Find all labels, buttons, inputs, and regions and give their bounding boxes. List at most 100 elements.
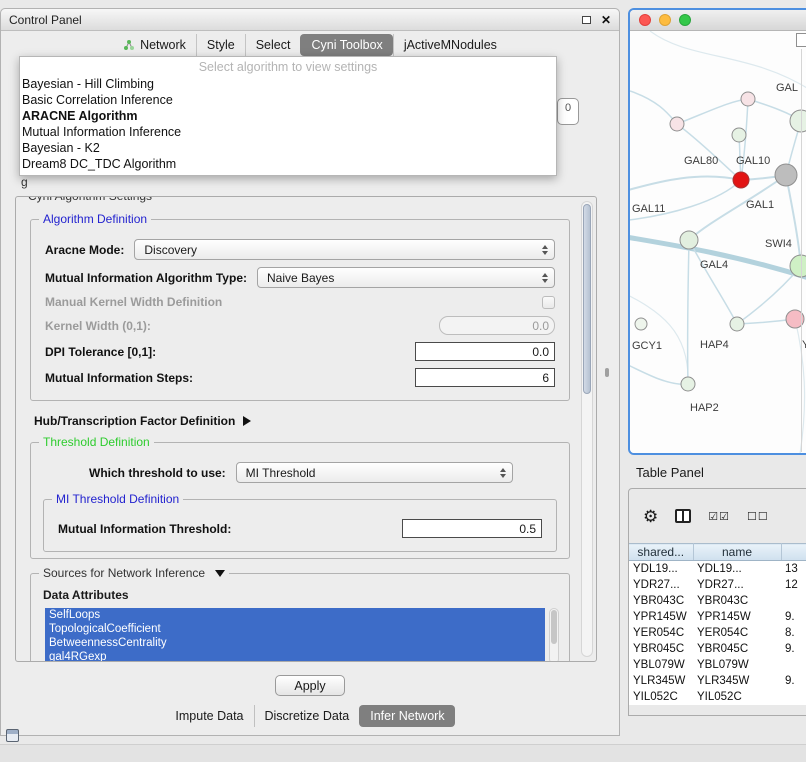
close-traffic-light-icon[interactable] [639, 14, 651, 26]
tab-network[interactable]: Network [113, 34, 196, 56]
dropdown-item[interactable]: Bayesian - Hill Climbing [20, 76, 556, 92]
tab-cyni-toolbox[interactable]: Cyni Toolbox [300, 34, 392, 56]
mi-threshold-label: Mutual Information Threshold: [58, 522, 231, 536]
partial-spinner-field[interactable]: 0 [557, 98, 579, 125]
dropdown-item[interactable]: Dream8 DC_TDC Algorithm [20, 156, 556, 172]
scrollbar-thumb[interactable] [583, 204, 591, 394]
tab-infer-network[interactable]: Infer Network [359, 705, 454, 727]
sources-legend[interactable]: Sources for Network Inference [39, 566, 229, 580]
deselect-all-checkboxes-icon[interactable]: ☐☐ [747, 510, 769, 523]
node-label: HAP2 [690, 402, 719, 414]
window-title: Control Panel [9, 13, 82, 27]
network-node[interactable] [681, 377, 695, 391]
minimize-traffic-light-icon[interactable] [659, 14, 671, 26]
table-row[interactable]: YBR045CYBR045C9. [629, 641, 806, 657]
manual-kernel-label: Manual Kernel Width Definition [45, 295, 222, 309]
network-canvas[interactable]: GAL GAL80 GAL10 GAL11 GAL1 SWI4 GAL4 GCY… [630, 31, 806, 454]
network-node[interactable] [730, 317, 744, 331]
network-node[interactable] [635, 318, 647, 330]
threshold-definition-legend: Threshold Definition [39, 435, 154, 449]
node-label: GAL80 [684, 155, 718, 167]
dropdown-item-selected[interactable]: ARACNE Algorithm [20, 108, 556, 124]
mi-threshold-legend: MI Threshold Definition [52, 492, 183, 506]
tab-select[interactable]: Select [245, 34, 301, 56]
mi-type-select[interactable]: Naive Bayes [257, 267, 555, 288]
settings-legend: Cyni Algorithm Settings [24, 196, 156, 203]
attribute-item-selected[interactable]: BetweennessCentrality [45, 636, 545, 650]
node-label: GCY1 [632, 340, 662, 352]
network-node[interactable] [741, 92, 755, 106]
attribute-item-selected[interactable]: SelfLoops [45, 608, 545, 622]
aracne-mode-select[interactable]: Discovery [134, 239, 555, 260]
node-label: GAL10 [736, 155, 770, 167]
table-row[interactable]: YDR27...YDR27...12 [629, 577, 806, 593]
close-icon[interactable]: ✕ [601, 14, 611, 26]
attribute-item-selected[interactable]: gal4RGexp [45, 650, 545, 662]
table-row[interactable]: YDL19...YDL19...13 [629, 561, 806, 577]
zoom-traffic-light-icon[interactable] [679, 14, 691, 26]
attribute-item-selected[interactable]: TopologicalCoefficient [45, 622, 545, 636]
network-node[interactable] [790, 110, 806, 132]
dropdown-placeholder: Select algorithm to view settings [20, 59, 556, 76]
node-label: HAP4 [700, 339, 729, 351]
network-node-red[interactable] [733, 172, 749, 188]
table-row[interactable]: YLR345WYLR345W9. [629, 673, 806, 689]
dpi-tolerance-label: DPI Tolerance [0,1]: [45, 345, 156, 359]
mi-threshold-field[interactable]: 0.5 [402, 519, 542, 538]
node-label: GAL11 [632, 203, 665, 215]
attribute-list: SelfLoops TopologicalCoefficient Between… [45, 608, 559, 662]
node-label: GAL1 [746, 199, 774, 211]
network-node-gray[interactable] [775, 164, 797, 186]
splitter-handle[interactable] [605, 368, 609, 377]
gear-icon[interactable]: ⚙ [643, 508, 658, 525]
dropdown-item[interactable]: Bayesian - K2 [20, 140, 556, 156]
table-row[interactable]: YIL052CYIL052C [629, 689, 806, 705]
attribute-list-scrollbar[interactable] [549, 608, 559, 662]
mi-steps-field[interactable]: 6 [415, 368, 555, 387]
tab-jactivemnodules[interactable]: jActiveMNodules [393, 34, 507, 56]
apply-button[interactable]: Apply [275, 675, 345, 696]
control-panel-titlebar: Control Panel ✕ [1, 9, 619, 31]
tab-style[interactable]: Style [196, 34, 245, 56]
table-row[interactable]: YER054CYER054C8. [629, 625, 806, 641]
panel-toggle-icon[interactable] [6, 729, 19, 742]
tab-discretize-data[interactable]: Discretize Data [254, 705, 360, 727]
table-row[interactable]: YBR043CYBR043C [629, 593, 806, 609]
view-scrollbar-track [801, 49, 802, 452]
network-labels: GAL GAL80 GAL10 GAL11 GAL1 SWI4 GAL4 GCY… [632, 82, 806, 414]
table-row[interactable]: YPR145WYPR145W9. [629, 609, 806, 625]
which-threshold-select[interactable]: MI Threshold [236, 462, 513, 483]
network-node[interactable] [732, 128, 746, 142]
column-header[interactable] [781, 544, 806, 561]
node-label: GAL [776, 82, 798, 94]
aracne-mode-label: Aracne Mode: [45, 243, 124, 257]
select-all-checkboxes-icon[interactable]: ☑☑ [708, 510, 730, 523]
top-tab-bar: Network Style Select Cyni Toolbox jActiv… [1, 31, 619, 59]
dropdown-item[interactable]: Basic Correlation Inference [20, 92, 556, 108]
network-node[interactable] [680, 231, 698, 249]
dropdown-item[interactable]: Mutual Information Inference [20, 124, 556, 140]
table-panel-window: ⚙ ☑☑ ☐☐ shared... name YDL19...YDL19...1… [628, 488, 806, 716]
column-chooser-icon[interactable] [675, 509, 691, 523]
dpi-tolerance-field[interactable]: 0.0 [415, 342, 555, 361]
algorithm-definition-group: Algorithm Definition Aracne Mode: Discov… [30, 219, 570, 401]
network-node[interactable] [670, 117, 684, 131]
manual-kernel-checkbox[interactable] [542, 296, 555, 309]
network-view-window: GAL GAL80 GAL10 GAL11 GAL1 SWI4 GAL4 GCY… [628, 8, 806, 455]
hub-definition-expander[interactable]: Hub/Transcription Factor Definition [34, 414, 566, 428]
node-label: Y [802, 339, 806, 351]
column-header[interactable]: name [693, 544, 781, 561]
view-scroll-button[interactable] [796, 33, 806, 47]
table-row[interactable]: YBL079WYBL079W [629, 657, 806, 673]
node-label: GAL4 [700, 259, 728, 271]
float-window-icon[interactable] [582, 16, 591, 24]
table-toolbar: ⚙ ☑☑ ☐☐ [629, 489, 806, 543]
kernel-width-field[interactable]: 0.0 [439, 316, 555, 335]
node-table: shared... name YDL19...YDL19...13 YDR27.… [629, 543, 806, 705]
tab-impute-data[interactable]: Impute Data [165, 705, 253, 727]
column-header[interactable]: shared... [629, 544, 693, 561]
settings-scrollbar[interactable] [581, 201, 593, 657]
network-icon [123, 39, 135, 51]
network-window-titlebar [630, 10, 806, 31]
bottom-tab-bar: Impute Data Discretize Data Infer Networ… [1, 705, 619, 727]
